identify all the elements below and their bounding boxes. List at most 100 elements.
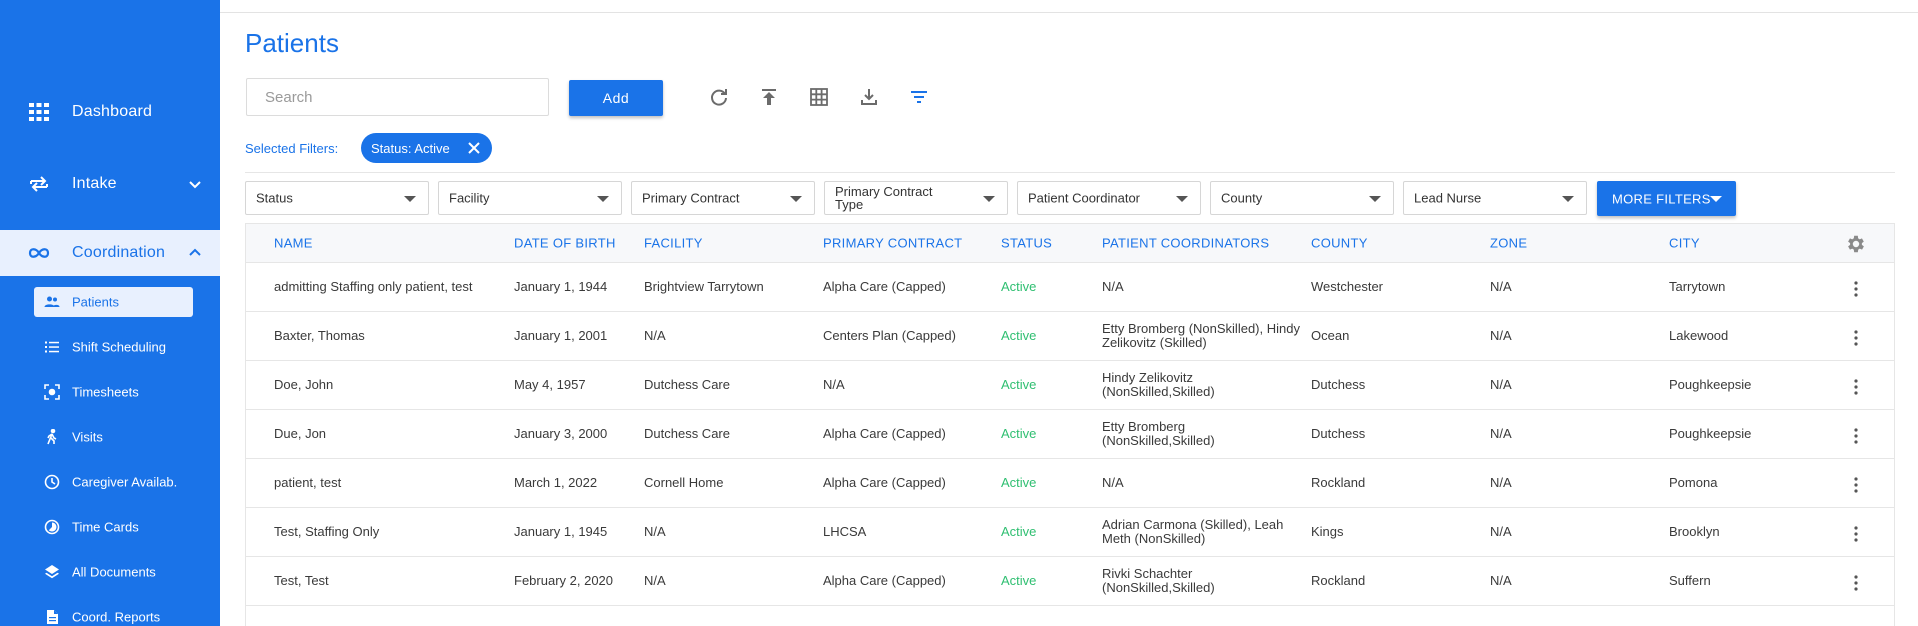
filter-label: County bbox=[1221, 190, 1263, 206]
cell-county: Westchester bbox=[1311, 279, 1384, 294]
infinity-icon bbox=[28, 248, 50, 258]
cell-zone: N/A bbox=[1490, 426, 1512, 441]
column-header-name[interactable]: NAME bbox=[274, 236, 313, 251]
sidebar-item-all-documents[interactable]: All Documents bbox=[34, 557, 193, 587]
timelapse-icon bbox=[44, 519, 60, 535]
search-input[interactable] bbox=[246, 78, 549, 116]
table-row[interactable]: Test, Staffing Only January 1, 1945 N/A … bbox=[246, 508, 1894, 557]
more-vert-icon[interactable] bbox=[1854, 526, 1858, 542]
cell-contract: Alpha Care (Capped) bbox=[823, 279, 946, 294]
table-row[interactable]: Due, Jon January 3, 2000 Dutchess Care A… bbox=[246, 410, 1894, 459]
filter-primary-contract-select[interactable]: Primary Contract bbox=[631, 181, 815, 215]
column-header-county[interactable]: COUNTY bbox=[1311, 236, 1368, 251]
cell-contract: Alpha Care (Capped) bbox=[823, 475, 946, 490]
more-vert-icon[interactable] bbox=[1854, 477, 1858, 493]
dropdown-arrow-icon bbox=[404, 196, 416, 202]
table-row[interactable]: Test, Test February 2, 2020 N/A Alpha Ca… bbox=[246, 557, 1894, 606]
filter-primary-contract-type-select[interactable]: Primary Contract Type bbox=[824, 181, 1008, 215]
cell-county: Ocean bbox=[1311, 328, 1350, 343]
dropdown-arrow-icon bbox=[790, 196, 802, 202]
sidebar-item-time-cards[interactable]: Time Cards bbox=[34, 512, 193, 542]
cell-contract: Alpha Care (Capped) bbox=[823, 426, 946, 441]
dropdown-arrow-icon bbox=[983, 196, 995, 202]
close-icon[interactable] bbox=[467, 141, 481, 155]
cell-zone: N/A bbox=[1490, 279, 1512, 294]
cell-coordinators: Etty Bromberg (NonSkilled), Hindy Zeliko… bbox=[1102, 321, 1300, 350]
table-row[interactable]: patient, test March 1, 2022 Cornell Home… bbox=[246, 459, 1894, 508]
sidebar: Dashboard Intake Coordination Patients S… bbox=[0, 0, 220, 626]
nav-intake[interactable]: Intake bbox=[0, 161, 220, 207]
column-header-city[interactable]: CITY bbox=[1669, 236, 1700, 251]
column-header-status[interactable]: STATUS bbox=[1001, 236, 1052, 251]
filter-patient-coordinator-select[interactable]: Patient Coordinator bbox=[1017, 181, 1201, 215]
sidebar-item-patients[interactable]: Patients bbox=[34, 287, 193, 317]
column-header-zone[interactable]: ZONE bbox=[1490, 236, 1527, 251]
filter-icon[interactable] bbox=[908, 86, 930, 108]
cell-coordinators: Etty Bromberg (NonSkilled,Skilled) bbox=[1102, 419, 1215, 448]
column-header-dob[interactable]: DATE OF BIRTH bbox=[514, 236, 616, 251]
cell-contract: Centers Plan (Capped) bbox=[823, 328, 956, 343]
refresh-icon[interactable] bbox=[708, 86, 730, 108]
cell-status: Active bbox=[1001, 279, 1037, 294]
cell-name: Test, Staffing Only bbox=[274, 524, 380, 539]
filter-county-select[interactable]: County bbox=[1210, 181, 1394, 215]
cell-dob: January 1, 1944 bbox=[514, 279, 608, 294]
table-row[interactable]: Baxter, Thomas January 1, 2001 N/A Cente… bbox=[246, 312, 1894, 361]
column-header-primary-contract[interactable]: PRIMARY CONTRACT bbox=[823, 236, 962, 251]
cell-county: Rockland bbox=[1311, 573, 1366, 588]
sidebar-item-caregiver-availability[interactable]: Caregiver Availab. bbox=[34, 467, 193, 497]
grid-icon bbox=[29, 103, 49, 121]
more-vert-icon[interactable] bbox=[1854, 575, 1858, 591]
download-icon[interactable] bbox=[858, 86, 880, 108]
cell-facility: Dutchess Care bbox=[644, 377, 730, 392]
more-vert-icon[interactable] bbox=[1854, 379, 1858, 395]
dropdown-arrow-icon bbox=[1562, 196, 1574, 202]
gear-icon[interactable] bbox=[1845, 233, 1867, 255]
top-divider bbox=[220, 12, 1918, 13]
more-filters-label: MORE FILTERS bbox=[1612, 191, 1711, 206]
sidebar-item-timesheets[interactable]: Timesheets bbox=[34, 377, 193, 407]
more-vert-icon[interactable] bbox=[1854, 281, 1858, 297]
filter-label: Primary Contract Type bbox=[835, 184, 933, 212]
sidebar-item-coord-reports[interactable]: Coord. Reports bbox=[34, 602, 193, 626]
cell-zone: N/A bbox=[1490, 377, 1512, 392]
dropdown-arrow-icon bbox=[597, 196, 609, 202]
more-filters-button[interactable]: MORE FILTERS bbox=[1597, 181, 1736, 216]
upload-icon[interactable] bbox=[758, 86, 780, 108]
sidebar-item-visits[interactable]: Visits bbox=[34, 422, 193, 452]
nav-coordination[interactable]: Coordination bbox=[0, 230, 220, 276]
cell-zone: N/A bbox=[1490, 524, 1512, 539]
more-vert-icon[interactable] bbox=[1854, 330, 1858, 346]
cell-status: Active bbox=[1001, 377, 1037, 392]
cell-city: Poughkeepsie bbox=[1669, 426, 1752, 441]
cell-name: admitting Staffing only patient, test bbox=[274, 279, 473, 294]
filters-divider bbox=[245, 172, 1895, 173]
filter-lead-nurse-select[interactable]: Lead Nurse bbox=[1403, 181, 1587, 215]
cell-county: Rockland bbox=[1311, 475, 1366, 490]
add-button[interactable]: Add bbox=[569, 80, 663, 116]
cell-facility: N/A bbox=[644, 524, 666, 539]
cell-facility: Cornell Home bbox=[644, 475, 724, 490]
column-header-patient-coordinators[interactable]: PATIENT COORDINATORS bbox=[1102, 236, 1269, 251]
cell-name: Due, Jon bbox=[274, 426, 327, 441]
column-header-facility[interactable]: FACILITY bbox=[644, 236, 703, 251]
more-vert-icon[interactable] bbox=[1854, 428, 1858, 444]
filter-facility-select[interactable]: Facility bbox=[438, 181, 622, 215]
cell-city: Brooklyn bbox=[1669, 524, 1720, 539]
cell-coordinators: N/A bbox=[1102, 279, 1124, 294]
document-icon bbox=[47, 610, 58, 624]
chevron-up-icon bbox=[189, 248, 201, 256]
table-row[interactable]: admitting Staffing only patient, test Ja… bbox=[246, 263, 1894, 312]
cell-city: Poughkeepsie bbox=[1669, 377, 1752, 392]
table-icon[interactable] bbox=[808, 86, 830, 108]
page-title: Patients bbox=[245, 28, 339, 58]
cell-county: Kings bbox=[1311, 524, 1344, 539]
dropdown-arrow-icon bbox=[1176, 196, 1188, 202]
filter-status-select[interactable]: Status bbox=[245, 181, 429, 215]
nav-dashboard[interactable]: Dashboard bbox=[0, 89, 220, 135]
cell-name: Baxter, Thomas bbox=[274, 328, 365, 343]
cell-facility: N/A bbox=[644, 573, 666, 588]
sidebar-item-shift-scheduling[interactable]: Shift Scheduling bbox=[34, 332, 193, 362]
cell-coordinators: Rivki Schachter (NonSkilled,Skilled) bbox=[1102, 566, 1215, 595]
table-row[interactable]: Doe, John May 4, 1957 Dutchess Care N/A … bbox=[246, 361, 1894, 410]
